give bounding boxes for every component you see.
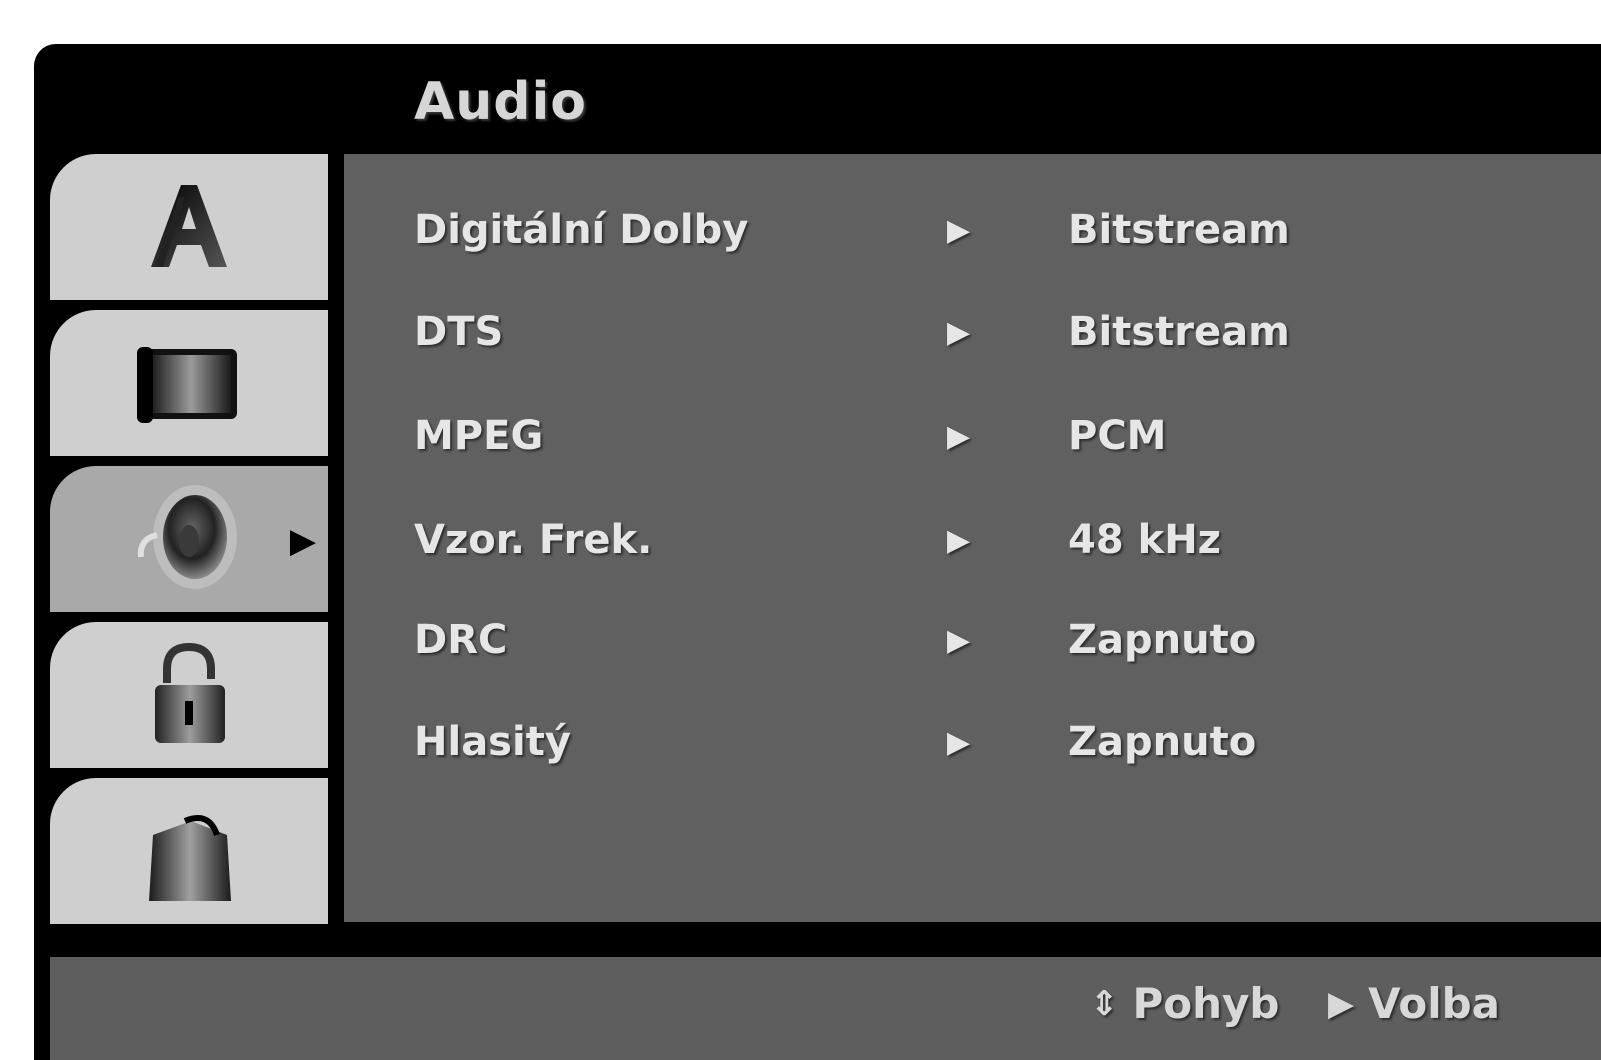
tab-language[interactable] (50, 154, 328, 300)
setup-menu: Audio ▶ Digitální Dolby ▶ Bitstream DTS … (34, 44, 1601, 1060)
setting-label: DTS (414, 309, 504, 355)
select-hint-label: Volba (1368, 979, 1501, 1028)
setting-value: Zapnuto (1068, 719, 1257, 765)
play-arrow-icon: ▶ (1328, 983, 1355, 1024)
setting-label: DRC (414, 617, 508, 663)
setting-row-vocal[interactable]: Hlasitý ▶ Zapnuto (414, 712, 1564, 772)
language-a-icon (151, 185, 227, 267)
setting-arrow-icon: ▶ (947, 212, 971, 248)
setting-row-drc[interactable]: DRC ▶ Zapnuto (414, 610, 1564, 670)
others-icon (149, 815, 231, 901)
tab-lock[interactable] (50, 622, 328, 768)
audio-settings-panel: Digitální Dolby ▶ Bitstream DTS ▶ Bitstr… (344, 154, 1601, 922)
setting-row-mpeg[interactable]: MPEG ▶ PCM (414, 406, 1564, 466)
menu-title: Audio (414, 72, 588, 132)
setting-label: Hlasitý (414, 719, 571, 765)
setting-arrow-icon: ▶ (947, 522, 971, 558)
setting-value: PCM (1068, 413, 1167, 459)
setting-value: 48 kHz (1068, 517, 1221, 563)
setting-arrow-icon: ▶ (947, 724, 971, 760)
setting-value: Bitstream (1068, 207, 1290, 253)
setting-label: MPEG (414, 413, 544, 459)
setting-value: Zapnuto (1068, 617, 1257, 663)
help-bar: ⇕ Pohyb ▶ Volba (50, 957, 1601, 1060)
setting-value: Bitstream (1068, 309, 1290, 355)
move-hint-label: Pohyb (1132, 979, 1280, 1028)
setting-row-sample-freq[interactable]: Vzor. Frek. ▶ 48 kHz (414, 510, 1564, 570)
move-hint: ⇕ Pohyb (1090, 979, 1279, 1028)
tab-audio[interactable]: ▶ (50, 466, 328, 612)
speaker-icon (137, 485, 237, 589)
tv-screen-icon (137, 347, 237, 423)
setting-row-dolby-digital[interactable]: Digitální Dolby ▶ Bitstream (414, 200, 1564, 260)
setting-arrow-icon: ▶ (947, 314, 971, 350)
select-hint: ▶ Volba (1328, 979, 1500, 1028)
tab-others[interactable] (50, 778, 328, 924)
updown-arrow-icon: ⇕ (1090, 983, 1119, 1024)
setting-label: Vzor. Frek. (414, 517, 653, 563)
tab-display[interactable] (50, 310, 328, 456)
setting-row-dts[interactable]: DTS ▶ Bitstream (414, 302, 1564, 362)
setting-label: Digitální Dolby (414, 207, 749, 253)
setting-arrow-icon: ▶ (947, 418, 971, 454)
padlock-icon (155, 642, 225, 743)
setting-arrow-icon: ▶ (947, 622, 971, 658)
active-tab-pointer: ▶ (289, 521, 316, 561)
